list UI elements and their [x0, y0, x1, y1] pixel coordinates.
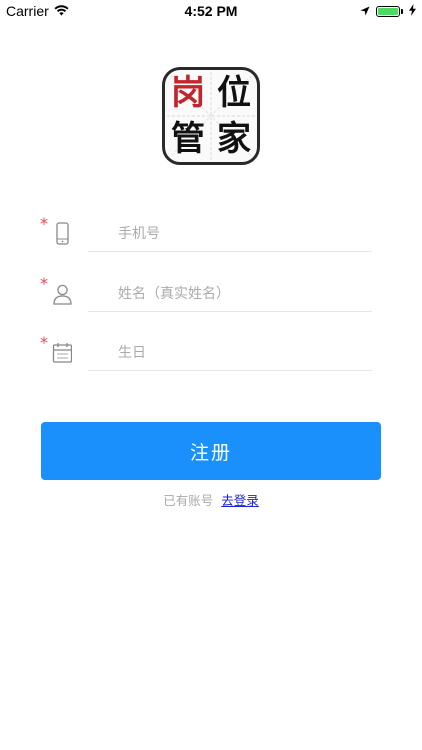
app-logo: 岗 位 管 家 — [162, 67, 260, 165]
required-mark: * — [40, 333, 48, 352]
phone-row: * — [40, 216, 372, 272]
has-account-text: 已有账号 — [163, 493, 214, 508]
birthday-row: * — [40, 335, 372, 391]
phone-input[interactable] — [88, 216, 372, 252]
required-mark: * — [40, 274, 48, 293]
phone-icon — [52, 222, 72, 245]
birthday-input[interactable] — [88, 335, 372, 371]
battery-tip — [401, 8, 403, 14]
go-login-link[interactable]: 去登录 — [221, 493, 259, 508]
logo-char-gang: 岗 — [171, 73, 205, 113]
name-input[interactable] — [88, 276, 372, 312]
logo-char-wei: 位 — [217, 73, 251, 113]
location-arrow-icon — [360, 3, 370, 19]
battery-icon — [376, 5, 400, 17]
login-prompt: 已有账号 去登录 — [0, 490, 422, 509]
register-button[interactable]: 注册 — [41, 422, 381, 480]
status-bar: Carrier 4:52 PM — [0, 0, 422, 22]
status-time: 4:52 PM — [184, 3, 238, 19]
status-bar-right — [360, 3, 416, 19]
logo-char-guan: 管 — [171, 119, 205, 159]
logo-char-jia: 家 — [217, 119, 251, 159]
register-screen: Carrier 4:52 PM 岗 位 管 家 * 手机号 * 姓名（真实姓名）… — [0, 0, 422, 750]
name-row: * — [40, 276, 372, 332]
charging-bolt-icon — [409, 3, 416, 19]
required-mark: * — [40, 214, 48, 233]
person-icon — [52, 282, 72, 305]
calendar-icon — [52, 341, 73, 363]
battery-fill — [378, 7, 398, 15]
